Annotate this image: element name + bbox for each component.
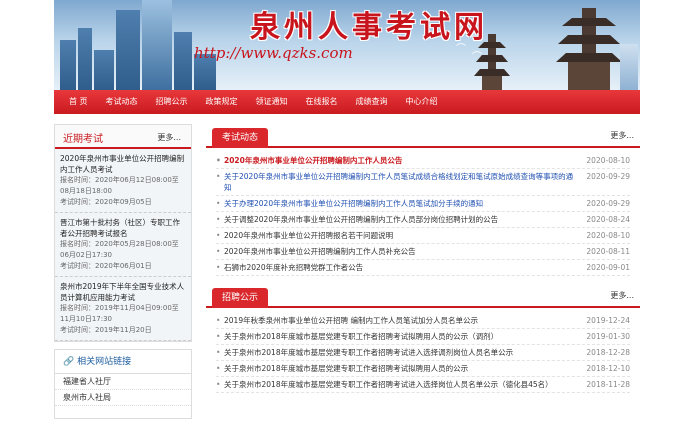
- news-date: 2020-08-10: [586, 231, 630, 240]
- publicity-header: 招聘公示 更多...: [206, 284, 640, 308]
- page: 泉州人事考试网 http://www.qzks.com ⌒ ⌒ 首 页 考试动态…: [0, 0, 690, 425]
- link-chain-icon: 🔗: [63, 357, 75, 367]
- exam-news-header: 考试动态 更多...: [206, 124, 640, 148]
- building-graphic: [60, 40, 76, 90]
- publicity-date: 2018-11-28: [586, 380, 630, 389]
- exam-signup-time: 报名时间：2020年05月28日08:00至06月02日17:30: [60, 240, 179, 259]
- list-item[interactable]: 关于泉州市2018年度城市基层党建专职工作者招聘考试拟聘用人员的公示（调剂） 2…: [216, 329, 630, 345]
- exam-title[interactable]: 2020年泉州市事业单位公开招聘编制内工作人员考试: [60, 153, 186, 175]
- exam-title[interactable]: 晋江市第十批村务（社区）专职工作者公开招聘考试报名: [60, 217, 186, 239]
- news-date: 2020-09-29: [586, 172, 630, 181]
- news-title[interactable]: 石狮市2020年度补充招聘党群工作者公告: [216, 262, 586, 273]
- news-date: 2020-09-01: [586, 263, 630, 272]
- building-graphic: [116, 10, 140, 90]
- sidebar: 近期考试 更多... 2020年泉州市事业单位公开招聘编制内工作人员考试 报名时…: [54, 124, 192, 419]
- list-item[interactable]: 关于泉州市2018年度城市基层党建专职工作者招聘考试进入选择岗位人员名单公示（德…: [216, 377, 630, 393]
- publicity-title[interactable]: 2019年秋季泉州市事业单位公开招聘 编制内工作人员笔试加分人员名单公示: [216, 315, 586, 326]
- news-title[interactable]: 关于办理2020年泉州市事业单位公开招聘编制内工作人员笔试加分手续的通知: [216, 198, 586, 209]
- tab-exam-news[interactable]: 考试动态: [212, 128, 269, 148]
- exam-date: 考试时间：2019年11月20日: [60, 326, 152, 334]
- nav-online-signup[interactable]: 在线报名: [297, 90, 347, 114]
- list-item[interactable]: 关于泉州市2018年度城市基层党建专职工作者招聘考试进入选择调剂岗位人员名单公示…: [216, 345, 630, 361]
- related-links-header: 🔗 相关网站链接: [55, 350, 191, 374]
- nav-policies[interactable]: 政策规定: [197, 90, 247, 114]
- header-banner: 泉州人事考试网 http://www.qzks.com ⌒ ⌒: [54, 0, 640, 90]
- nav-score-query[interactable]: 成绩查询: [347, 90, 397, 114]
- tab-recruit-publicity[interactable]: 招聘公示: [212, 288, 269, 308]
- building-graphic: [78, 28, 92, 90]
- bird-icon: ⌒: [456, 44, 466, 55]
- exam-news-list: 2020年泉州市事业单位公开招聘编制内工作人员公告 2020-08-10 关于2…: [206, 148, 640, 276]
- exam-item[interactable]: 晋江市第十批村务（社区）专职工作者公开招聘考试报名 报名时间：2020年05月2…: [55, 213, 191, 277]
- pagoda-large-icon: [556, 8, 622, 90]
- publicity-date: 2019-12-24: [586, 316, 630, 325]
- related-links-title: 相关网站链接: [77, 357, 132, 367]
- list-item[interactable]: 2020年泉州市事业单位公开招聘编制内工作人员补充公告 2020-08-11: [216, 244, 630, 260]
- building-graphic: [142, 0, 172, 90]
- main-nav: 首 页 考试动态 招聘公示 政策规定 领证通知 在线报名 成绩查询 中心介绍: [54, 90, 640, 114]
- news-title[interactable]: 2020年泉州市事业单位公开招聘报名若干问题说明: [216, 230, 586, 241]
- site-title: 泉州人事考试网: [250, 10, 488, 45]
- list-item[interactable]: 关于办理2020年泉州市事业单位公开招聘编制内工作人员笔试加分手续的通知 202…: [216, 196, 630, 212]
- nav-recruit-publicity[interactable]: 招聘公示: [147, 90, 197, 114]
- list-item[interactable]: 2020年泉州市事业单位公开招聘报名若干问题说明 2020-08-10: [216, 228, 630, 244]
- nav-home[interactable]: 首 页: [60, 90, 97, 114]
- list-item[interactable]: 2019年秋季泉州市事业单位公开招聘 编制内工作人员笔试加分人员名单公示 201…: [216, 313, 630, 329]
- publicity-date: 2019-01-30: [586, 332, 630, 341]
- publicity-title[interactable]: 关于泉州市2018年度城市基层党建专职工作者招聘考试拟聘用人员的公示（调剂）: [216, 331, 586, 342]
- exam-news-more-link[interactable]: 更多...: [610, 130, 634, 141]
- list-item[interactable]: 关于2020年泉州市事业单位公开招聘编制内工作人员笔试成绩合格线划定和笔试原始成…: [216, 169, 630, 196]
- nav-certificate-notice[interactable]: 领证通知: [247, 90, 297, 114]
- publicity-title[interactable]: 关于泉州市2018年度城市基层党建专职工作者招聘考试进入选择岗位人员名单公示（德…: [216, 379, 586, 390]
- publicity-more-link[interactable]: 更多...: [610, 290, 634, 301]
- building-graphic: [94, 50, 114, 90]
- news-date: 2020-09-29: [586, 199, 630, 208]
- news-date: 2020-08-24: [586, 215, 630, 224]
- publicity-list: 2019年秋季泉州市事业单位公开招聘 编制内工作人员笔试加分人员名单公示 201…: [206, 308, 640, 393]
- building-graphic: [174, 32, 192, 90]
- list-item[interactable]: 关于泉州市2018年度城市基层党建专职工作者招聘考试拟聘用人员的公示 2018-…: [216, 361, 630, 377]
- recent-exams-more-link[interactable]: 更多...: [157, 132, 181, 143]
- publicity-title[interactable]: 关于泉州市2018年度城市基层党建专职工作者招聘考试拟聘用人员的公示: [216, 363, 586, 374]
- related-link[interactable]: 福建省人社厅: [55, 374, 191, 390]
- news-title[interactable]: 关于2020年泉州市事业单位公开招聘编制内工作人员笔试成绩合格线划定和笔试原始成…: [216, 171, 586, 193]
- recent-exams-header: 近期考试 更多...: [55, 125, 191, 149]
- news-title[interactable]: 2020年泉州市事业单位公开招聘编制内工作人员补充公告: [216, 246, 586, 257]
- exam-title[interactable]: 泉州市2019年下半年全国专业技术人员计算机应用能力考试: [60, 281, 186, 303]
- exam-date: 考试时间：2020年06月01日: [60, 262, 152, 270]
- nav-center-intro[interactable]: 中心介绍: [397, 90, 447, 114]
- exam-item[interactable]: 泉州市2019年下半年全国专业技术人员计算机应用能力考试 报名时间：2019年1…: [55, 277, 191, 341]
- recent-exams-title: 近期考试: [63, 134, 103, 145]
- related-link[interactable]: 泉州市人社局: [55, 390, 191, 406]
- recent-exams-box: 近期考试 更多... 2020年泉州市事业单位公开招聘编制内工作人员考试 报名时…: [54, 124, 192, 342]
- exam-item[interactable]: 2020年泉州市事业单位公开招聘编制内工作人员考试 报名时间：2020年06月1…: [55, 149, 191, 213]
- publicity-title[interactable]: 关于泉州市2018年度城市基层党建专职工作者招聘考试进入选择调剂岗位人员名单公示: [216, 347, 586, 358]
- exam-date: 考试时间：2020年09月05日: [60, 198, 152, 206]
- list-item[interactable]: 石狮市2020年度补充招聘党群工作者公告 2020-09-01: [216, 260, 630, 276]
- publicity-date: 2018-12-10: [586, 364, 630, 373]
- related-links-box: 🔗 相关网站链接 福建省人社厅 泉州市人社局: [54, 349, 192, 419]
- news-title[interactable]: 2020年泉州市事业单位公开招聘编制内工作人员公告: [216, 155, 586, 166]
- news-title[interactable]: 关于调整2020年泉州市事业单位公开招聘编制内工作人员部分岗位招聘计划的公告: [216, 214, 586, 225]
- site-url[interactable]: http://www.qzks.com: [194, 44, 353, 62]
- news-date: 2020-08-10: [586, 156, 630, 165]
- list-item[interactable]: 关于调整2020年泉州市事业单位公开招聘编制内工作人员部分岗位招聘计划的公告 2…: [216, 212, 630, 228]
- building-graphic: [620, 44, 638, 90]
- main-content: 考试动态 更多... 2020年泉州市事业单位公开招聘编制内工作人员公告 202…: [206, 124, 640, 393]
- publicity-date: 2018-12-28: [586, 348, 630, 357]
- news-date: 2020-08-11: [586, 247, 630, 256]
- exam-signup-time: 报名时间：2020年06月12日08:00至08月18日18:00: [60, 176, 179, 195]
- nav-exam-news[interactable]: 考试动态: [97, 90, 147, 114]
- list-item[interactable]: 2020年泉州市事业单位公开招聘编制内工作人员公告 2020-08-10: [216, 153, 630, 169]
- pagoda-small-icon: [474, 34, 510, 90]
- exam-signup-time: 报名时间：2019年11月04日09:00至11月10日17:30: [60, 304, 179, 323]
